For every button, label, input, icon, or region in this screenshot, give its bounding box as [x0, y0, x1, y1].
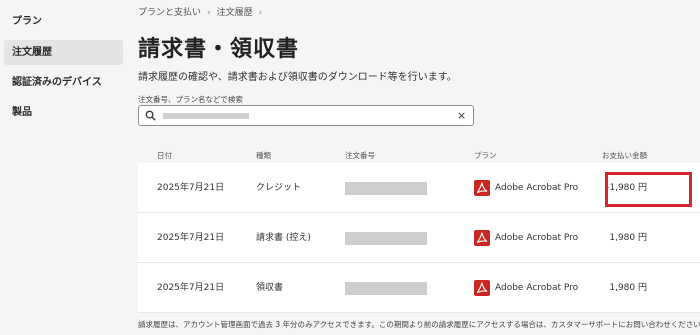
redacted-order-number — [345, 182, 427, 195]
acrobat-pdf-icon — [474, 280, 490, 296]
footer-note: 請求履歴は、アカウント管理画面で過去 3 年分のみアクセスできます。この期間より… — [138, 320, 700, 329]
table-row[interactable]: 2025年7月21日 領収書 Adobe Acrobat Pro 1,980 円 — [138, 263, 700, 313]
sidebar: プラン 注文履歴 認証済みのデバイス 製品 — [0, 0, 130, 335]
header-type: 種類 — [256, 151, 271, 160]
sidebar-item-order-history[interactable]: 注文履歴 — [4, 40, 123, 65]
order-table: 日付 種類 注文番号 プラン お支払い金額 2025年7月21日 クレジット A… — [138, 143, 700, 313]
acrobat-pdf-icon — [474, 180, 490, 196]
sidebar-item-plan[interactable]: プラン — [4, 9, 123, 34]
row-product: Adobe Acrobat Pro — [495, 233, 579, 243]
chevron-right-icon: › — [207, 8, 211, 18]
page-subtitle: 請求履歴の確認や、請求書および領収書のダウンロード等を行います。 — [138, 72, 457, 83]
breadcrumb-item-plans[interactable]: プランと支払い — [138, 8, 201, 18]
acrobat-pdf-icon — [474, 230, 490, 246]
row-type: クレジット — [256, 183, 302, 193]
main-content: プランと支払い › 注文履歴 › 請求書・領収書 請求履歴の確認や、請求書および領収書… — [138, 0, 700, 335]
search-label: 注文番号、プラン名などで検索 — [138, 95, 243, 104]
header-plan: プラン — [474, 151, 497, 160]
sidebar-item-products[interactable]: 製品 — [4, 100, 123, 125]
search-box: × — [138, 105, 474, 126]
chevron-right-icon: › — [258, 8, 263, 18]
redacted-order-number — [345, 282, 427, 295]
row-type: 領収書 — [256, 283, 284, 293]
row-amount: 1,980 円 — [609, 233, 647, 243]
row-type: 請求書 (控え) — [256, 233, 311, 243]
row-amount: 1,980 円 — [609, 283, 647, 293]
page-title: 請求書・領収書 — [138, 37, 300, 62]
header-amount: お支払い金額 — [602, 151, 647, 160]
row-product: Adobe Acrobat Pro — [495, 183, 579, 193]
table-row[interactable]: 2025年7月21日 請求書 (控え) Adobe Acrobat Pro 1,… — [138, 213, 700, 263]
sidebar-item-devices[interactable]: 認証済みのデバイス — [4, 70, 123, 95]
table-header: 日付 種類 注文番号 プラン お支払い金額 — [138, 143, 700, 163]
header-date: 日付 — [157, 151, 172, 160]
table-row[interactable]: 2025年7月21日 クレジット Adobe Acrobat Pro -1,98… — [138, 163, 700, 213]
redacted-order-number — [345, 232, 427, 245]
row-date: 2025年7月21日 — [157, 183, 225, 193]
search-icon — [145, 110, 156, 121]
row-date: 2025年7月21日 — [157, 283, 225, 293]
highlight-box — [605, 172, 692, 207]
breadcrumb-item-order-history: 注文履歴 — [216, 8, 253, 18]
row-date: 2025年7月21日 — [157, 233, 225, 243]
redacted-search-text — [163, 113, 249, 119]
breadcrumb: プランと支払い › 注文履歴 › — [138, 5, 268, 18]
header-order-number: 注文番号 — [345, 151, 375, 160]
row-product: Adobe Acrobat Pro — [495, 283, 579, 293]
close-icon[interactable]: × — [457, 108, 466, 123]
